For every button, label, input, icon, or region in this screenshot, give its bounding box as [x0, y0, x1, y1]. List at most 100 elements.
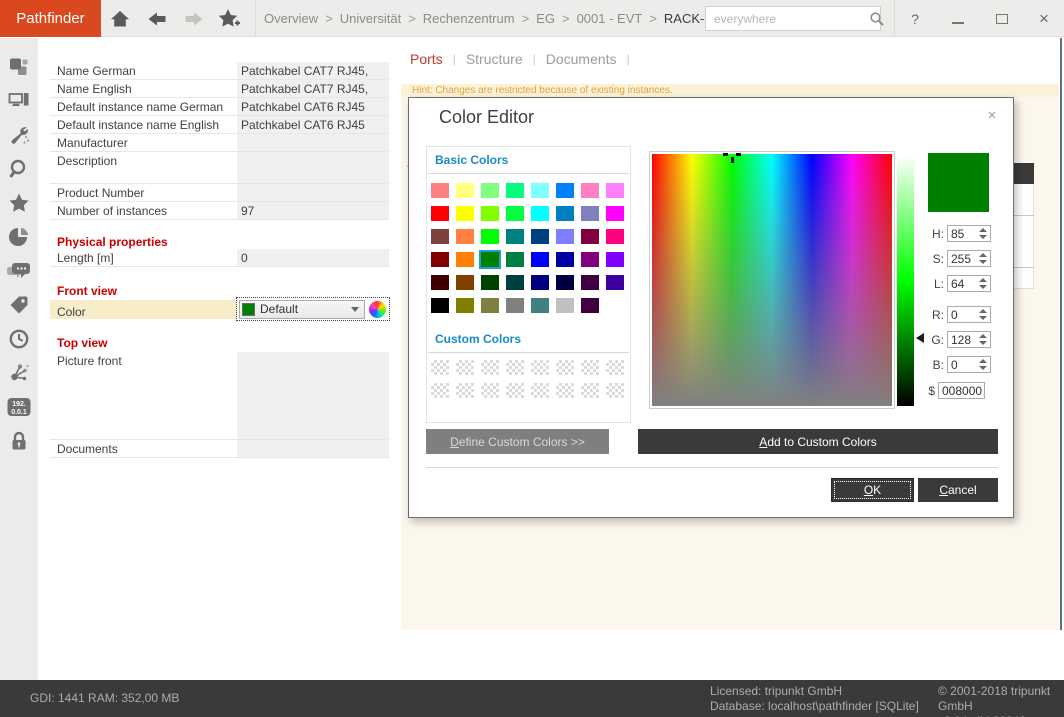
spin-down-icon[interactable]	[979, 235, 987, 239]
custom-color-slot[interactable]	[556, 360, 574, 375]
basic-color-swatch[interactable]	[606, 252, 624, 267]
basic-color-swatch[interactable]	[481, 275, 499, 290]
form-row[interactable]: Default instance name EnglishPatchkabel …	[50, 116, 389, 134]
custom-color-slot[interactable]	[481, 360, 499, 375]
custom-color-slot[interactable]	[531, 360, 549, 375]
tools-icon[interactable]	[0, 118, 38, 152]
custom-color-slot[interactable]	[431, 360, 449, 375]
breadcrumb-item[interactable]: Rechenzentrum	[423, 11, 515, 26]
spin-up-icon[interactable]	[979, 309, 987, 313]
breadcrumb-item[interactable]: Universität	[340, 11, 401, 26]
form-row[interactable]: Name GermanPatchkabel CAT7 RJ45, grün	[50, 62, 389, 80]
form-row[interactable]: Description	[50, 152, 389, 184]
field-value[interactable]: Patchkabel CAT6 RJ45	[237, 116, 389, 133]
form-row[interactable]: Default instance name GermanPatchkabel C…	[50, 98, 389, 116]
basic-color-swatch[interactable]	[481, 229, 499, 244]
basic-color-swatch[interactable]	[581, 206, 599, 221]
dialog-close-icon[interactable]: ×	[983, 106, 1001, 124]
basic-color-swatch[interactable]	[556, 298, 574, 313]
color-dropdown[interactable]: Default	[239, 300, 365, 319]
basic-color-swatch[interactable]	[506, 183, 524, 198]
basic-color-swatch[interactable]	[606, 206, 624, 221]
documents-dropzone[interactable]	[237, 440, 389, 457]
basic-color-swatch[interactable]	[556, 206, 574, 221]
basic-color-swatch[interactable]	[481, 206, 499, 221]
custom-color-slot[interactable]	[556, 383, 574, 398]
history-icon[interactable]	[0, 322, 38, 356]
color-row[interactable]: Color Default	[50, 298, 389, 320]
picture-front-dropzone[interactable]	[237, 352, 389, 439]
spin-down-icon[interactable]	[979, 260, 987, 264]
field-value[interactable]: Patchkabel CAT6 RJ45	[237, 98, 389, 115]
form-row[interactable]: Documents	[50, 440, 389, 458]
basic-color-swatch[interactable]	[431, 252, 449, 267]
custom-color-slot[interactable]	[456, 360, 474, 375]
hue-spinbox[interactable]: 85	[947, 225, 991, 242]
help-button[interactable]: ?	[904, 8, 926, 30]
basic-color-swatch[interactable]	[531, 275, 549, 290]
basic-color-swatch[interactable]	[456, 229, 474, 244]
basic-color-swatch[interactable]	[456, 252, 474, 267]
form-row[interactable]: Manufacturer	[50, 134, 389, 152]
custom-color-slot[interactable]	[481, 383, 499, 398]
breadcrumb-item[interactable]: Overview	[264, 11, 318, 26]
color-wheel-icon[interactable]	[369, 301, 386, 318]
blue-spinbox[interactable]: 0	[947, 356, 991, 373]
breadcrumb-item[interactable]: EG	[536, 11, 555, 26]
basic-color-swatch[interactable]	[581, 229, 599, 244]
app-logo[interactable]: Pathfinder	[0, 0, 101, 37]
field-value[interactable]: Patchkabel CAT7 RJ45, grün	[237, 80, 389, 97]
basic-color-swatch[interactable]	[481, 183, 499, 198]
basic-color-swatch[interactable]	[531, 183, 549, 198]
comments-icon[interactable]	[0, 254, 38, 288]
forward-arrow-icon[interactable]	[180, 5, 208, 32]
basic-color-swatch[interactable]	[606, 229, 624, 244]
basic-color-swatch[interactable]	[581, 252, 599, 267]
basic-color-swatch[interactable]	[481, 298, 499, 313]
basic-color-swatch[interactable]	[431, 298, 449, 313]
devices-icon[interactable]	[0, 84, 38, 118]
custom-color-slot[interactable]	[431, 383, 449, 398]
custom-color-slot[interactable]	[506, 360, 524, 375]
breadcrumb[interactable]: Overview > Universität > Rechenzentrum >…	[264, 0, 712, 37]
custom-color-slot[interactable]	[506, 383, 524, 398]
statistics-icon[interactable]	[0, 220, 38, 254]
form-row[interactable]: Number of instances97	[50, 202, 389, 220]
search-icon[interactable]	[869, 11, 891, 27]
basic-color-swatch[interactable]	[556, 252, 574, 267]
field-value[interactable]: Patchkabel CAT7 RJ45, grün	[237, 62, 389, 79]
spin-up-icon[interactable]	[979, 359, 987, 363]
minimize-button[interactable]	[947, 8, 969, 30]
tags-icon[interactable]	[0, 288, 38, 322]
basic-color-swatch[interactable]	[506, 298, 524, 313]
basic-color-swatch[interactable]	[581, 183, 599, 198]
hex-input[interactable]: 008000	[938, 382, 985, 399]
spin-down-icon[interactable]	[979, 316, 987, 320]
add-favorite-icon[interactable]	[215, 5, 243, 32]
spin-up-icon[interactable]	[979, 253, 987, 257]
basic-color-swatch[interactable]	[431, 183, 449, 198]
basic-color-swatch[interactable]	[556, 229, 574, 244]
luminance-slider[interactable]	[897, 154, 914, 406]
form-row[interactable]: Name EnglishPatchkabel CAT7 RJ45, grün	[50, 80, 389, 98]
breadcrumb-item[interactable]: 0001 - EVT	[577, 11, 643, 26]
custom-color-slot[interactable]	[531, 383, 549, 398]
topology-icon[interactable]	[0, 50, 38, 84]
favorites-icon[interactable]	[0, 186, 38, 220]
basic-color-swatch[interactable]	[456, 275, 474, 290]
add-to-custom-colors-button[interactable]: Add to Custom Colors	[638, 429, 998, 454]
basic-color-swatch[interactable]	[581, 298, 599, 313]
field-value[interactable]: 0	[237, 249, 389, 266]
custom-color-slot[interactable]	[606, 383, 624, 398]
basic-color-swatch[interactable]	[456, 206, 474, 221]
tab-documents[interactable]: Documents	[546, 51, 617, 67]
search-input[interactable]	[706, 12, 869, 26]
gradient-square[interactable]	[652, 154, 892, 406]
ok-button[interactable]: OK	[831, 478, 914, 502]
spin-down-icon[interactable]	[979, 285, 987, 289]
field-value[interactable]: 97	[237, 202, 389, 219]
spin-down-icon[interactable]	[979, 366, 987, 370]
field-value[interactable]	[237, 184, 389, 201]
basic-color-swatch[interactable]	[506, 252, 524, 267]
custom-color-slot[interactable]	[456, 383, 474, 398]
